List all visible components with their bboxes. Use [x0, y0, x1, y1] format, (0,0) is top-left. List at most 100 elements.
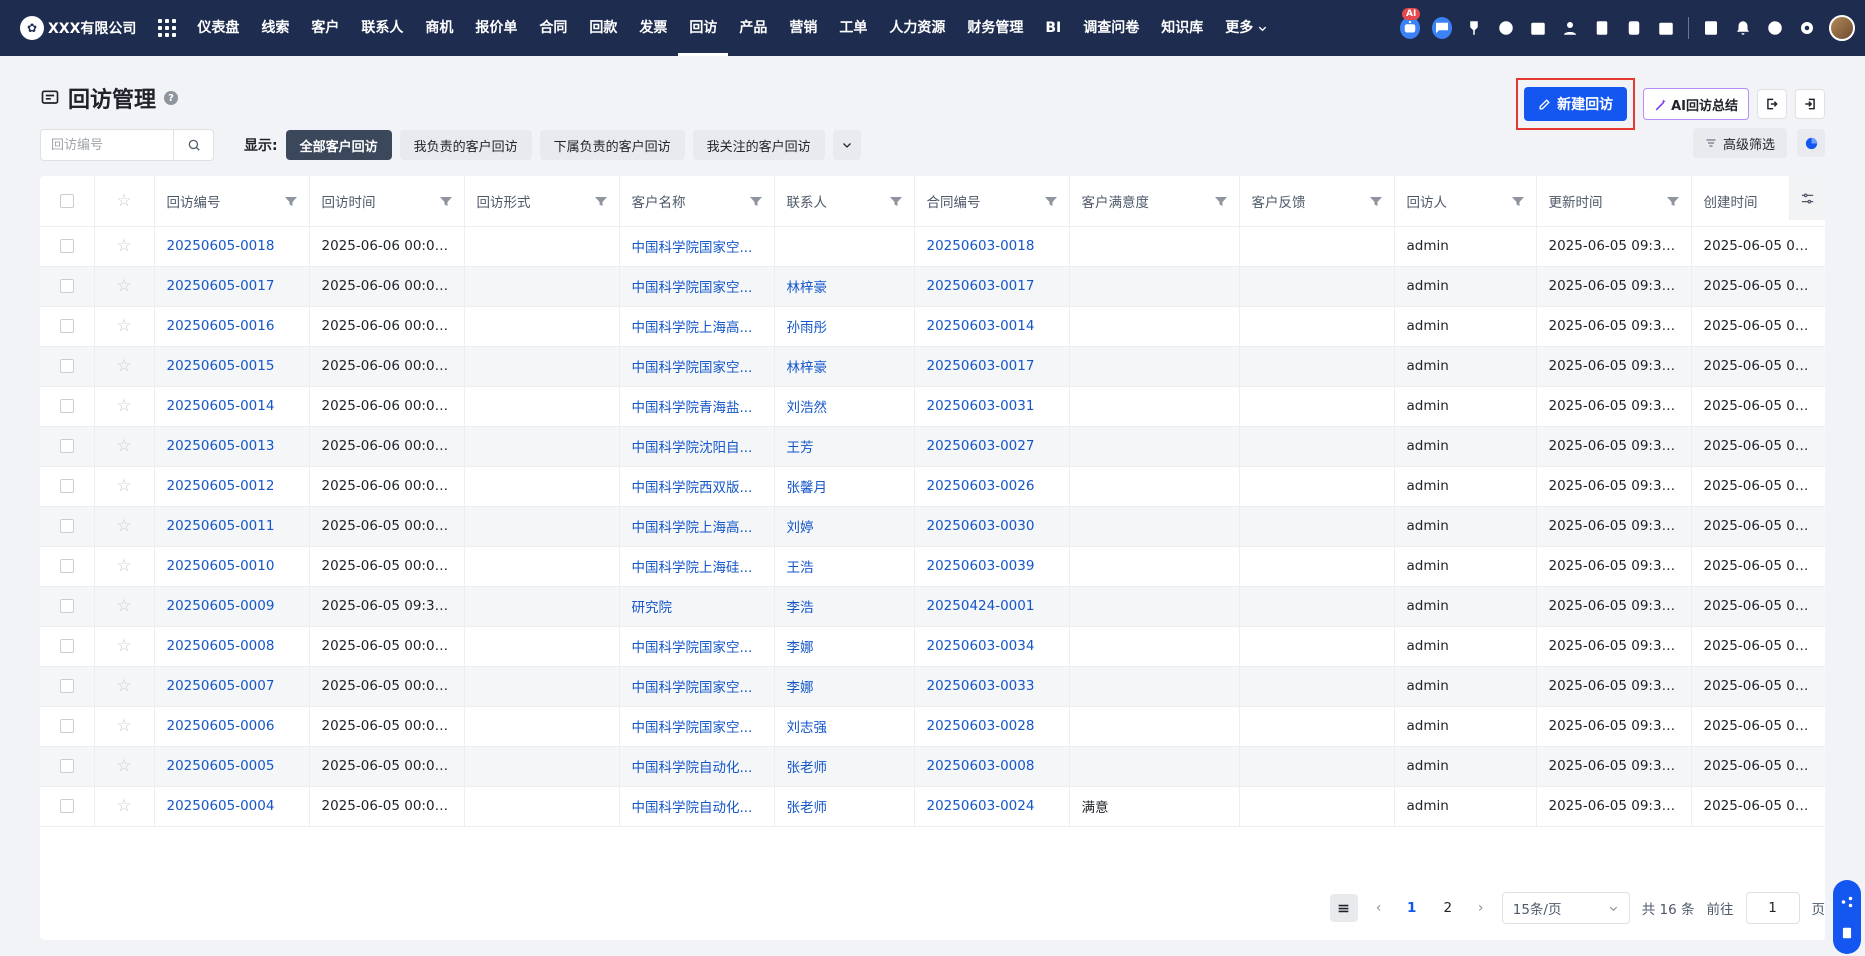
- phone-icon[interactable]: [1624, 18, 1644, 38]
- cell-5[interactable]: 20250603-0033: [914, 666, 1070, 707]
- column-header-5[interactable]: 合同编号: [914, 176, 1070, 227]
- row-checkbox[interactable]: [59, 799, 74, 813]
- cell-0[interactable]: 20250605-0012: [154, 466, 310, 507]
- cell-5[interactable]: 20250603-0031: [914, 386, 1070, 427]
- cell-0[interactable]: 20250605-0005: [154, 746, 310, 787]
- star-icon[interactable]: ☆: [116, 676, 131, 696]
- column-header-0[interactable]: 回访编号: [154, 176, 310, 227]
- column-filter-icon[interactable]: [1511, 196, 1524, 206]
- cell-0[interactable]: 20250605-0006: [154, 706, 310, 747]
- row-checkbox[interactable]: [59, 759, 74, 773]
- table-row[interactable]: ☆ 20250605-0010 2025-06-05 00:00:... 中国科学院上…: [40, 546, 1825, 587]
- cell-5[interactable]: 20250603-0028: [914, 706, 1070, 747]
- star-icon[interactable]: ☆: [116, 756, 131, 776]
- star-icon[interactable]: ☆: [116, 396, 131, 416]
- cell-5[interactable]: 20250603-0026: [914, 466, 1070, 507]
- tab-subordinate-visits[interactable]: 下属负责的客户回访: [539, 130, 685, 160]
- column-header-9[interactable]: 更新时间: [1536, 176, 1692, 227]
- page-2-button[interactable]: 2: [1436, 900, 1460, 916]
- cell-3[interactable]: 中国科学院国家空...: [619, 626, 775, 667]
- column-header-4[interactable]: 联系人: [774, 176, 915, 227]
- star-icon[interactable]: ☆: [116, 636, 131, 656]
- cell-4[interactable]: 李娜: [774, 666, 915, 707]
- cell-3[interactable]: 研究院: [619, 586, 775, 627]
- table-row[interactable]: ☆ 20250605-0015 2025-06-06 00:00:... 中国科学院国…: [40, 346, 1825, 387]
- column-settings-button[interactable]: [1789, 176, 1825, 220]
- next-page-button[interactable]: ›: [1472, 900, 1490, 916]
- cell-3[interactable]: 中国科学院国家空...: [619, 346, 775, 387]
- apps-grid-icon[interactable]: [158, 19, 177, 37]
- cell-0[interactable]: 20250605-0010: [154, 546, 310, 587]
- cell-3[interactable]: 中国科学院沈阳自...: [619, 426, 775, 467]
- cell-4[interactable]: 张老师: [774, 786, 915, 827]
- cell-5[interactable]: 20250603-0018: [914, 226, 1070, 267]
- nav-item-0[interactable]: 仪表盘: [186, 0, 250, 56]
- row-checkbox[interactable]: [59, 399, 74, 413]
- note-icon[interactable]: [1840, 926, 1854, 940]
- column-filter-icon[interactable]: [439, 196, 452, 206]
- star-icon[interactable]: ☆: [116, 476, 131, 496]
- row-checkbox[interactable]: [59, 559, 74, 573]
- search-button[interactable]: [173, 130, 213, 160]
- report-icon[interactable]: [1701, 18, 1721, 38]
- nav-item-4[interactable]: 商机: [414, 0, 464, 56]
- cell-4[interactable]: 刘浩然: [774, 386, 915, 427]
- cell-3[interactable]: 中国科学院国家空...: [619, 706, 775, 747]
- column-filter-icon[interactable]: [749, 196, 762, 206]
- cell-5[interactable]: 20250603-0030: [914, 506, 1070, 547]
- advanced-filter-button[interactable]: 高级筛选: [1692, 128, 1787, 158]
- bell-icon[interactable]: [1733, 18, 1753, 38]
- star-icon[interactable]: ☆: [116, 316, 131, 336]
- help-icon[interactable]: [1765, 18, 1785, 38]
- cell-5[interactable]: 20250603-0039: [914, 546, 1070, 587]
- table-row[interactable]: ☆ 20250605-0012 2025-06-06 00:00:... 中国科学院西…: [40, 466, 1825, 507]
- table-row[interactable]: ☆ 20250605-0017 2025-06-06 00:00:... 中国科学院国…: [40, 266, 1825, 307]
- column-header-7[interactable]: 客户反馈: [1239, 176, 1395, 227]
- row-checkbox[interactable]: [59, 719, 74, 733]
- star-icon[interactable]: ☆: [116, 236, 131, 256]
- prev-page-button[interactable]: ‹: [1370, 900, 1388, 916]
- tab-all-visits[interactable]: 全部客户回访: [285, 130, 392, 160]
- export-icon[interactable]: [1795, 89, 1825, 119]
- table-row[interactable]: ☆ 20250605-0006 2025-06-05 00:00:... 中国科学院国…: [40, 706, 1825, 747]
- cell-0[interactable]: 20250605-0016: [154, 306, 310, 347]
- cell-3[interactable]: 中国科学院上海高...: [619, 506, 775, 547]
- ai-summary-button[interactable]: AI回访总结: [1643, 88, 1749, 120]
- cell-3[interactable]: 中国科学院上海高...: [619, 306, 775, 347]
- table-row[interactable]: ☆ 20250605-0013 2025-06-06 00:00:... 中国科学院沈…: [40, 426, 1825, 467]
- column-filter-icon[interactable]: [1044, 196, 1057, 206]
- cell-4[interactable]: 张老师: [774, 746, 915, 787]
- import-icon[interactable]: [1757, 89, 1787, 119]
- page-size-select[interactable]: 15条/页: [1501, 892, 1630, 924]
- nav-item-9[interactable]: 回访: [678, 0, 729, 56]
- nav-item-1[interactable]: 线索: [250, 0, 300, 56]
- table-row[interactable]: ☆ 20250605-0008 2025-06-05 00:00:... 中国科学院国…: [40, 626, 1825, 667]
- list-view-icon[interactable]: [1329, 894, 1358, 922]
- nav-item-14[interactable]: 财务管理: [956, 0, 1034, 56]
- cell-5[interactable]: 20250603-0017: [914, 266, 1070, 307]
- table-row[interactable]: ☆ 20250605-0018 2025-06-06 00:00:... 中国科学院国…: [40, 226, 1825, 267]
- cell-5[interactable]: 20250424-0001: [914, 586, 1070, 627]
- column-header-8[interactable]: 回访人: [1394, 176, 1537, 227]
- nav-item-6[interactable]: 合同: [528, 0, 578, 56]
- cell-0[interactable]: 20250605-0013: [154, 426, 310, 467]
- row-checkbox[interactable]: [59, 319, 74, 333]
- nav-item-16[interactable]: 调查问卷: [1072, 0, 1150, 56]
- star-icon[interactable]: ☆: [116, 356, 131, 376]
- cell-0[interactable]: 20250605-0014: [154, 386, 310, 427]
- cell-4[interactable]: 林梓豪: [774, 346, 915, 387]
- select-all-checkbox[interactable]: [59, 193, 74, 208]
- cell-5[interactable]: 20250603-0024: [914, 786, 1070, 827]
- table-row[interactable]: ☆ 20250605-0009 2025-06-05 09:36:... 研究院 李浩 2…: [40, 586, 1825, 627]
- tab-followed-visits[interactable]: 我关注的客户回访: [692, 130, 825, 160]
- column-header-1[interactable]: 回访时间: [309, 176, 465, 227]
- cell-0[interactable]: 20250605-0018: [154, 226, 310, 267]
- nav-item-17[interactable]: 知识库: [1150, 0, 1214, 56]
- cell-3[interactable]: 中国科学院自动化...: [619, 786, 775, 827]
- cell-5[interactable]: 20250603-0014: [914, 306, 1070, 347]
- nav-item-11[interactable]: 营销: [778, 0, 828, 56]
- column-filter-icon[interactable]: [594, 196, 607, 206]
- table-row[interactable]: ☆ 20250605-0014 2025-06-06 00:00:... 中国科学院青…: [40, 386, 1825, 427]
- column-header-3[interactable]: 客户名称: [619, 176, 775, 227]
- column-filter-icon[interactable]: [1666, 196, 1679, 206]
